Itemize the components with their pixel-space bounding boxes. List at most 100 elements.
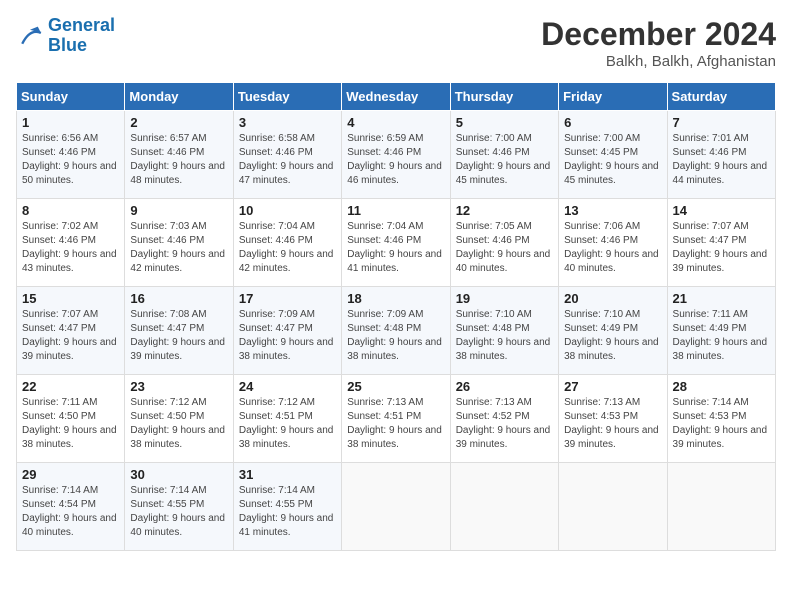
day-number: 27 bbox=[564, 379, 661, 394]
cell-sunrise: Sunrise: 7:02 AM bbox=[22, 221, 98, 232]
cell-sunset: Sunset: 4:46 PM bbox=[673, 147, 747, 158]
col-tuesday: Tuesday bbox=[233, 83, 341, 111]
table-row bbox=[342, 463, 450, 551]
cell-sunset: Sunset: 4:48 PM bbox=[347, 323, 421, 334]
cell-daylight: Daylight: 9 hours and 38 minutes. bbox=[347, 425, 442, 450]
cell-sunrise: Sunrise: 7:11 AM bbox=[673, 309, 748, 320]
logo: General Blue bbox=[16, 16, 115, 56]
table-row: 19Sunrise: 7:10 AMSunset: 4:48 PMDayligh… bbox=[450, 287, 558, 375]
cell-sunset: Sunset: 4:46 PM bbox=[130, 147, 204, 158]
table-row: 5Sunrise: 7:00 AMSunset: 4:46 PMDaylight… bbox=[450, 111, 558, 199]
cell-sunrise: Sunrise: 7:04 AM bbox=[347, 221, 423, 232]
day-number: 19 bbox=[456, 291, 553, 306]
cell-daylight: Daylight: 9 hours and 40 minutes. bbox=[564, 249, 659, 274]
logo-icon bbox=[16, 22, 44, 50]
table-row: 20Sunrise: 7:10 AMSunset: 4:49 PMDayligh… bbox=[559, 287, 667, 375]
calendar-week-row: 1Sunrise: 6:56 AMSunset: 4:46 PMDaylight… bbox=[17, 111, 776, 199]
table-row: 25Sunrise: 7:13 AMSunset: 4:51 PMDayligh… bbox=[342, 375, 450, 463]
table-row: 10Sunrise: 7:04 AMSunset: 4:46 PMDayligh… bbox=[233, 199, 341, 287]
cell-sunset: Sunset: 4:52 PM bbox=[456, 411, 530, 422]
table-row: 13Sunrise: 7:06 AMSunset: 4:46 PMDayligh… bbox=[559, 199, 667, 287]
cell-sunrise: Sunrise: 7:00 AM bbox=[564, 133, 640, 144]
cell-sunrise: Sunrise: 7:09 AM bbox=[239, 309, 315, 320]
cell-daylight: Daylight: 9 hours and 46 minutes. bbox=[347, 161, 442, 186]
day-number: 8 bbox=[22, 203, 119, 218]
cell-daylight: Daylight: 9 hours and 38 minutes. bbox=[130, 425, 225, 450]
cell-sunset: Sunset: 4:46 PM bbox=[347, 235, 421, 246]
table-row bbox=[667, 463, 775, 551]
logo-line2: Blue bbox=[48, 35, 87, 55]
cell-daylight: Daylight: 9 hours and 40 minutes. bbox=[22, 513, 117, 538]
day-number: 5 bbox=[456, 115, 553, 130]
table-row: 6Sunrise: 7:00 AMSunset: 4:45 PMDaylight… bbox=[559, 111, 667, 199]
cell-daylight: Daylight: 9 hours and 39 minutes. bbox=[456, 425, 551, 450]
cell-daylight: Daylight: 9 hours and 40 minutes. bbox=[456, 249, 551, 274]
day-number: 13 bbox=[564, 203, 661, 218]
day-number: 21 bbox=[673, 291, 770, 306]
table-row bbox=[559, 463, 667, 551]
cell-sunrise: Sunrise: 7:07 AM bbox=[22, 309, 98, 320]
day-number: 26 bbox=[456, 379, 553, 394]
day-number: 20 bbox=[564, 291, 661, 306]
cell-sunrise: Sunrise: 7:01 AM bbox=[673, 133, 749, 144]
col-monday: Monday bbox=[125, 83, 233, 111]
table-row: 31Sunrise: 7:14 AMSunset: 4:55 PMDayligh… bbox=[233, 463, 341, 551]
cell-sunset: Sunset: 4:53 PM bbox=[673, 411, 747, 422]
logo-line1: General bbox=[48, 15, 115, 35]
cell-daylight: Daylight: 9 hours and 38 minutes. bbox=[673, 337, 768, 362]
cell-sunrise: Sunrise: 7:12 AM bbox=[130, 397, 206, 408]
calendar-week-row: 8 Sunrise: 7:02 AM Sunset: 4:46 PM Daylight… bbox=[17, 199, 776, 287]
cell-daylight: Daylight: 9 hours and 39 minutes. bbox=[22, 337, 117, 362]
cell-sunset: Sunset: 4:48 PM bbox=[456, 323, 530, 334]
day-number: 4 bbox=[347, 115, 444, 130]
table-row: 9Sunrise: 7:03 AMSunset: 4:46 PMDaylight… bbox=[125, 199, 233, 287]
cell-daylight: Daylight: 9 hours and 38 minutes. bbox=[347, 337, 442, 362]
cell-sunrise: Sunrise: 7:13 AM bbox=[347, 397, 423, 408]
cell-sunset: Sunset: 4:45 PM bbox=[564, 147, 638, 158]
table-row: 22Sunrise: 7:11 AMSunset: 4:50 PMDayligh… bbox=[17, 375, 125, 463]
table-row: 2Sunrise: 6:57 AMSunset: 4:46 PMDaylight… bbox=[125, 111, 233, 199]
table-row: 24Sunrise: 7:12 AMSunset: 4:51 PMDayligh… bbox=[233, 375, 341, 463]
day-number: 23 bbox=[130, 379, 227, 394]
day-number: 9 bbox=[130, 203, 227, 218]
table-row: 29Sunrise: 7:14 AMSunset: 4:54 PMDayligh… bbox=[17, 463, 125, 551]
cell-sunrise: Sunrise: 6:58 AM bbox=[239, 133, 315, 144]
cell-daylight: Daylight: 9 hours and 40 minutes. bbox=[130, 513, 225, 538]
calendar-week-row: 29 Sunrise: 7:14 AM Sunset: 4:54 PM Dayligh… bbox=[17, 463, 776, 551]
table-row: 1Sunrise: 6:56 AMSunset: 4:46 PMDaylight… bbox=[17, 111, 125, 199]
cell-daylight: Daylight: 9 hours and 39 minutes. bbox=[673, 425, 768, 450]
day-number: 29 bbox=[22, 467, 119, 482]
cell-sunrise: Sunrise: 7:03 AM bbox=[130, 221, 206, 232]
col-wednesday: Wednesday bbox=[342, 83, 450, 111]
table-row: 16Sunrise: 7:08 AMSunset: 4:47 PMDayligh… bbox=[125, 287, 233, 375]
cell-daylight: Daylight: 9 hours and 38 minutes. bbox=[456, 337, 551, 362]
cell-sunset: Sunset: 4:47 PM bbox=[239, 323, 313, 334]
cell-sunrise: Sunrise: 7:10 AM bbox=[564, 309, 640, 320]
cell-sunrise: Sunrise: 7:07 AM bbox=[673, 221, 749, 232]
cell-sunrise: Sunrise: 7:06 AM bbox=[564, 221, 640, 232]
day-number: 30 bbox=[130, 467, 227, 482]
day-number: 6 bbox=[564, 115, 661, 130]
cell-daylight: Daylight: 9 hours and 48 minutes. bbox=[130, 161, 225, 186]
day-number: 31 bbox=[239, 467, 336, 482]
cell-daylight: Daylight: 9 hours and 47 minutes. bbox=[239, 161, 334, 186]
cell-daylight: Daylight: 9 hours and 50 minutes. bbox=[22, 161, 117, 186]
cell-sunrise: Sunrise: 6:56 AM bbox=[22, 133, 98, 144]
cell-sunset: Sunset: 4:54 PM bbox=[22, 499, 96, 510]
cell-sunrise: Sunrise: 7:04 AM bbox=[239, 221, 315, 232]
day-number: 24 bbox=[239, 379, 336, 394]
table-row: 17Sunrise: 7:09 AMSunset: 4:47 PMDayligh… bbox=[233, 287, 341, 375]
cell-daylight: Daylight: 9 hours and 43 minutes. bbox=[22, 249, 117, 274]
col-sunday: Sunday bbox=[17, 83, 125, 111]
day-number: 10 bbox=[239, 203, 336, 218]
day-number: 18 bbox=[347, 291, 444, 306]
col-friday: Friday bbox=[559, 83, 667, 111]
day-number: 22 bbox=[22, 379, 119, 394]
cell-sunrise: Sunrise: 7:14 AM bbox=[239, 485, 315, 496]
cell-sunset: Sunset: 4:51 PM bbox=[239, 411, 313, 422]
cell-sunrise: Sunrise: 7:13 AM bbox=[564, 397, 640, 408]
table-row: 11Sunrise: 7:04 AMSunset: 4:46 PMDayligh… bbox=[342, 199, 450, 287]
calendar-title: December 2024 bbox=[541, 16, 776, 53]
table-row: 27Sunrise: 7:13 AMSunset: 4:53 PMDayligh… bbox=[559, 375, 667, 463]
day-number: 14 bbox=[673, 203, 770, 218]
